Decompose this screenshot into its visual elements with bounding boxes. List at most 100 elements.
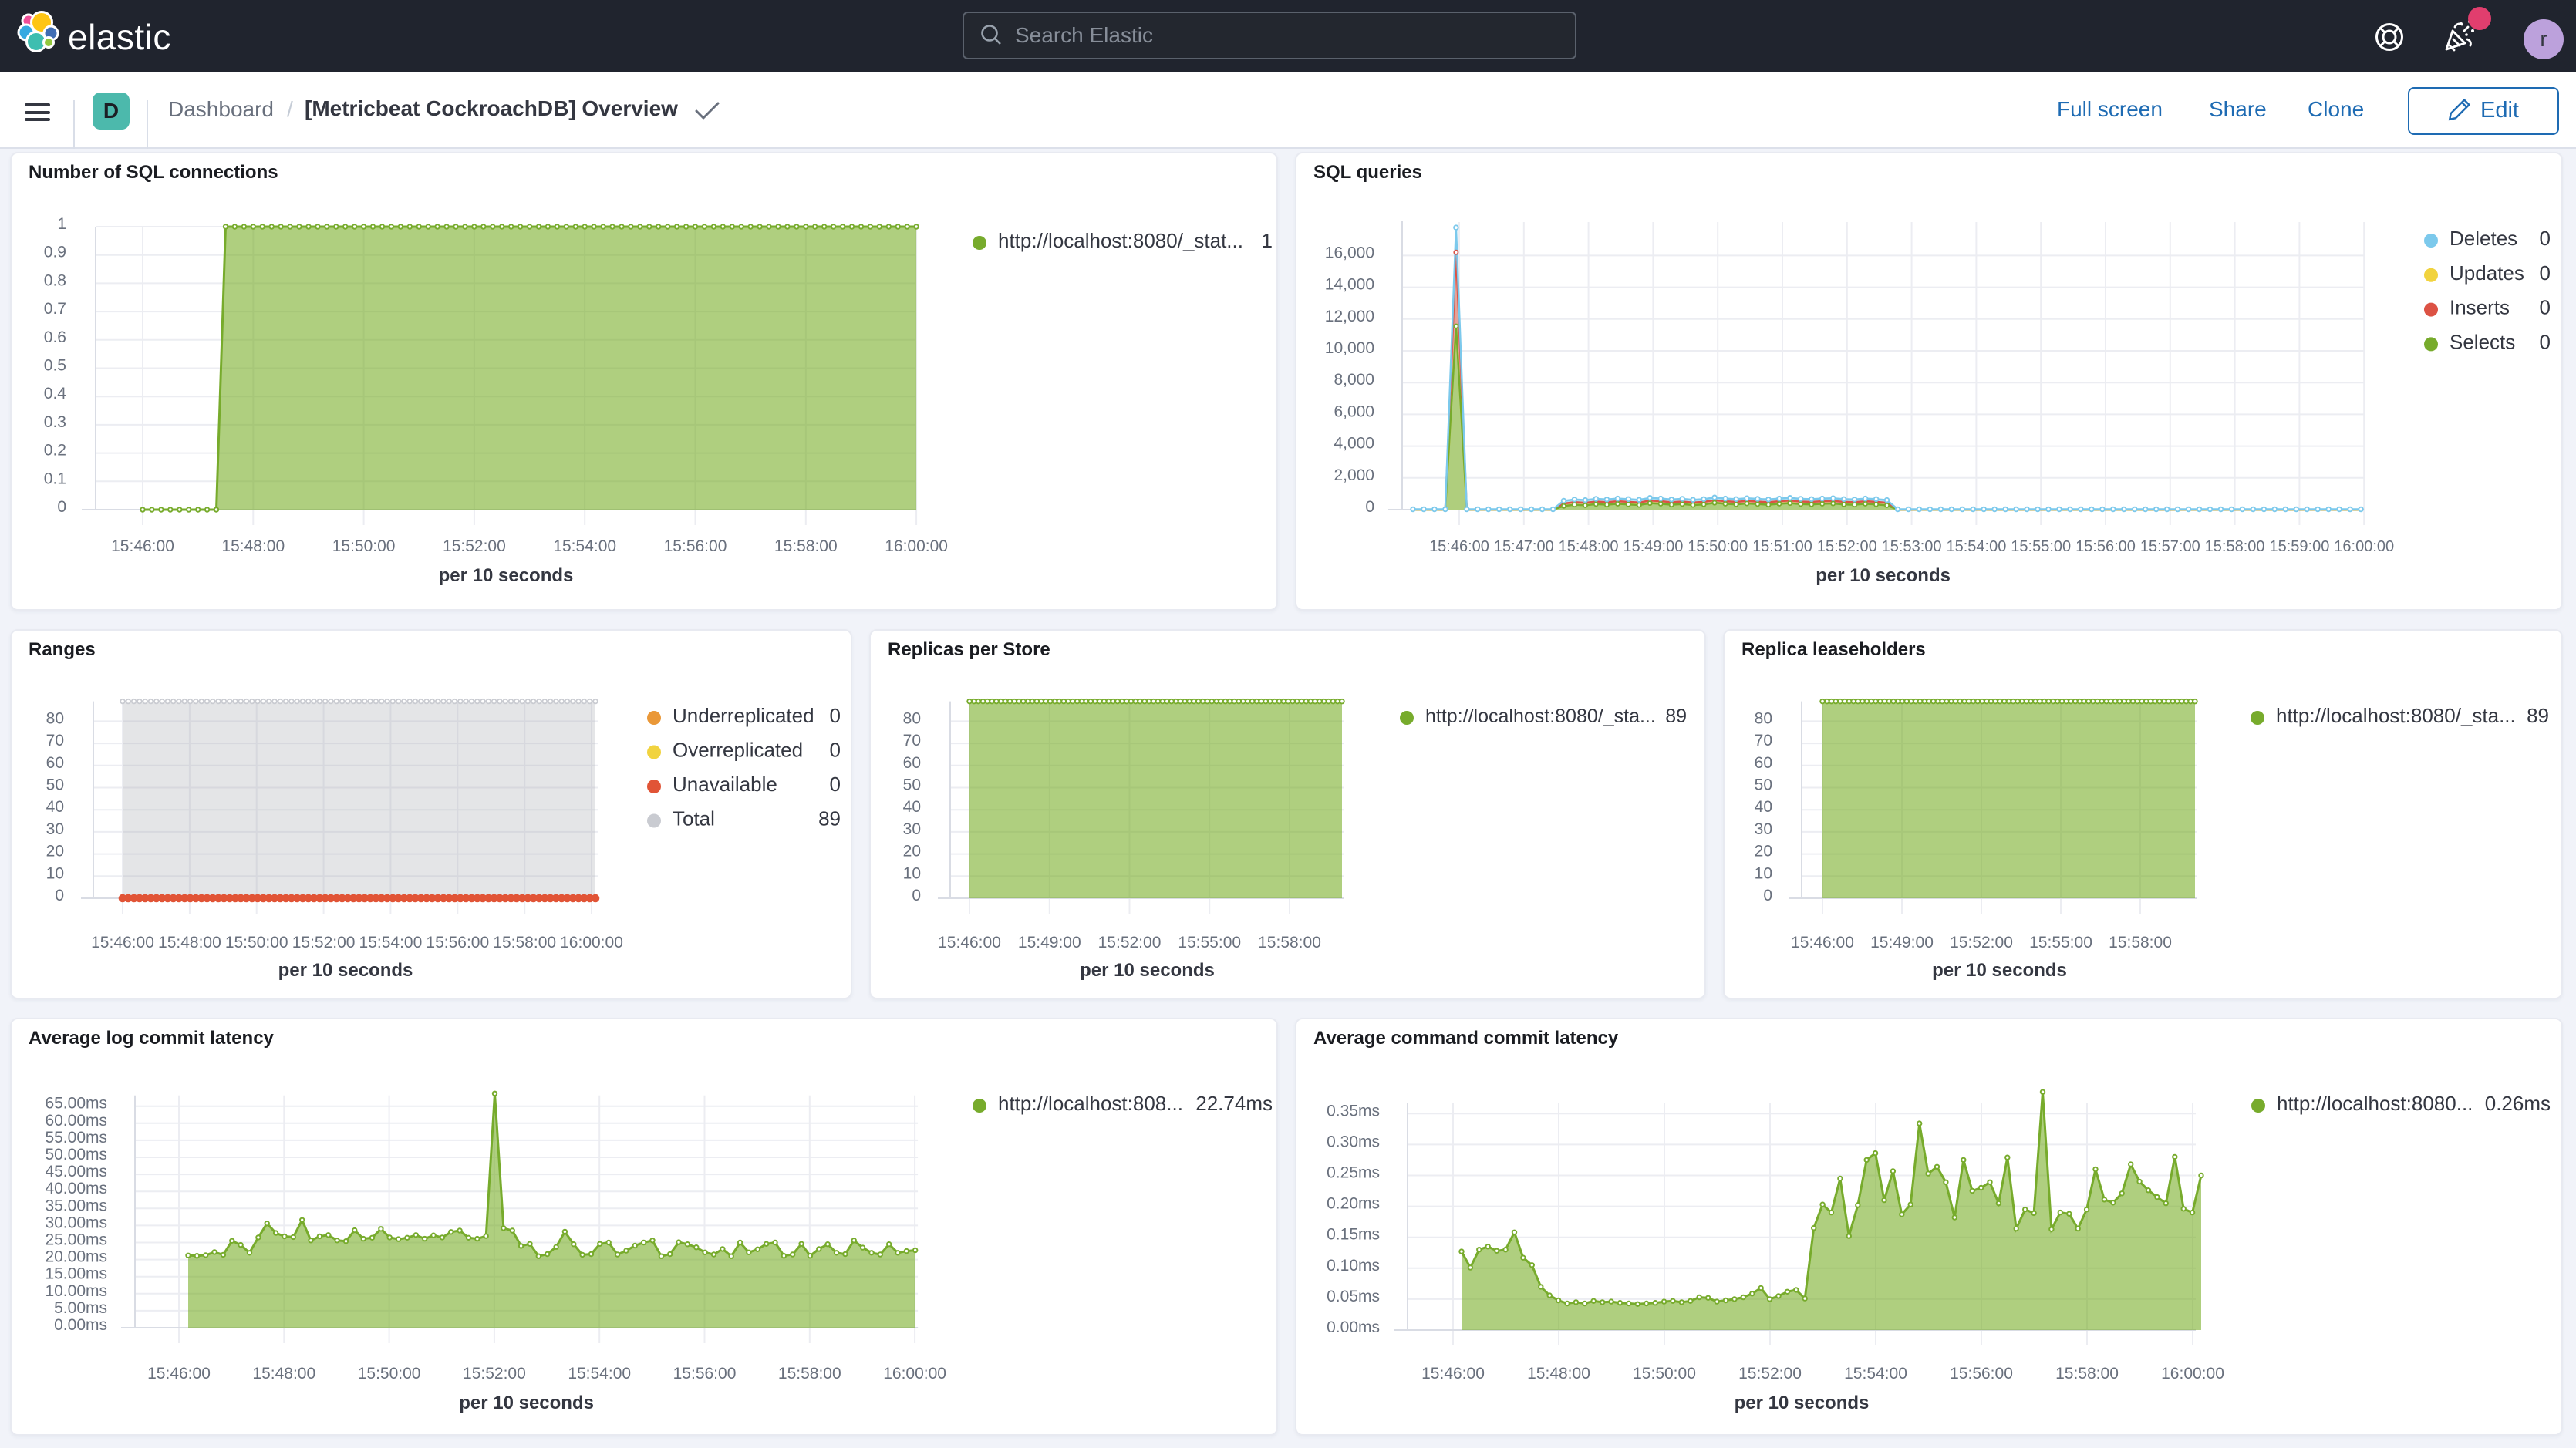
svg-text:15:55:00: 15:55:00: [2011, 538, 2071, 555]
svg-text:15:52:00: 15:52:00: [443, 537, 506, 555]
svg-text:1: 1: [1262, 229, 1273, 252]
svg-text:30.00ms: 30.00ms: [45, 1214, 107, 1231]
svg-text:0.10ms: 0.10ms: [1327, 1257, 1380, 1275]
svg-text:0.05ms: 0.05ms: [1327, 1288, 1380, 1305]
svg-text:10,000: 10,000: [1325, 339, 1374, 357]
svg-text:10: 10: [903, 864, 921, 882]
svg-text:0.5: 0.5: [44, 357, 66, 375]
svg-text:15:48:00: 15:48:00: [158, 934, 221, 951]
svg-text:35.00ms: 35.00ms: [45, 1197, 107, 1214]
svg-text:25.00ms: 25.00ms: [45, 1231, 107, 1249]
svg-text:0: 0: [830, 773, 841, 796]
svg-text:15:58:00: 15:58:00: [2109, 934, 2172, 951]
svg-text:15:46:00: 15:46:00: [1429, 538, 1489, 555]
svg-text:0: 0: [57, 498, 66, 516]
svg-text:15:58:00: 15:58:00: [1258, 934, 1321, 951]
svg-text:10: 10: [46, 864, 64, 882]
svg-text:0: 0: [2540, 296, 2551, 319]
svg-text:0: 0: [55, 887, 64, 904]
svg-text:15:54:00: 15:54:00: [359, 934, 423, 951]
svg-text:http://localhost:8080/_sta...: http://localhost:8080/_sta...: [1425, 705, 1656, 727]
svg-text:per 10 seconds: per 10 seconds: [1932, 960, 2067, 981]
svg-text:40: 40: [903, 798, 921, 816]
svg-text:per 10 seconds: per 10 seconds: [1816, 565, 1951, 586]
svg-text:15:58:00: 15:58:00: [778, 1365, 841, 1382]
svg-text:12,000: 12,000: [1325, 308, 1374, 325]
svg-text:40.00ms: 40.00ms: [45, 1180, 107, 1197]
svg-text:15:47:00: 15:47:00: [1494, 538, 1554, 555]
svg-text:4,000: 4,000: [1334, 435, 1374, 453]
svg-text:15:58:00: 15:58:00: [493, 934, 556, 951]
svg-text:0.00ms: 0.00ms: [1327, 1318, 1380, 1336]
svg-text:60: 60: [903, 754, 921, 772]
svg-text:15:56:00: 15:56:00: [1950, 1365, 2013, 1382]
svg-text:2,000: 2,000: [1334, 466, 1374, 484]
svg-text:15.00ms: 15.00ms: [45, 1265, 107, 1283]
svg-text:50: 50: [1755, 776, 1772, 794]
svg-text:Updates: Updates: [2450, 261, 2524, 285]
svg-text:15:46:00: 15:46:00: [91, 934, 154, 951]
svg-text:0: 0: [830, 739, 841, 762]
svg-text:15:48:00: 15:48:00: [252, 1365, 315, 1382]
svg-text:0.30ms: 0.30ms: [1327, 1133, 1380, 1150]
svg-text:0.3: 0.3: [44, 413, 66, 431]
svg-text:60: 60: [1755, 754, 1772, 772]
svg-text:http://localhost:8080/_sta...: http://localhost:8080/_sta...: [2276, 704, 2516, 727]
svg-text:http://localhost:808...: http://localhost:808...: [998, 1092, 1183, 1115]
svg-text:30: 30: [46, 820, 64, 838]
svg-text:15:53:00: 15:53:00: [1882, 538, 1942, 555]
svg-text:15:52:00: 15:52:00: [463, 1365, 526, 1382]
svg-text:15:46:00: 15:46:00: [111, 537, 174, 555]
svg-text:0.1: 0.1: [44, 470, 66, 487]
svg-text:70: 70: [903, 732, 921, 749]
svg-text:0.2: 0.2: [44, 442, 66, 460]
svg-text:20: 20: [1755, 843, 1772, 860]
svg-text:15:48:00: 15:48:00: [1559, 538, 1619, 555]
svg-text:40: 40: [1755, 798, 1772, 816]
svg-text:0.15ms: 0.15ms: [1327, 1226, 1380, 1244]
svg-text:16,000: 16,000: [1325, 244, 1374, 261]
svg-text:16:00:00: 16:00:00: [883, 1365, 946, 1382]
svg-text:14,000: 14,000: [1325, 276, 1374, 294]
svg-text:0.00ms: 0.00ms: [54, 1316, 107, 1334]
svg-text:45.00ms: 45.00ms: [45, 1163, 107, 1180]
svg-text:15:50:00: 15:50:00: [225, 934, 288, 951]
svg-text:70: 70: [1755, 732, 1772, 749]
svg-text:15:46:00: 15:46:00: [938, 934, 1001, 951]
svg-text:20: 20: [903, 843, 921, 860]
svg-text:0.4: 0.4: [44, 385, 67, 402]
svg-text:15:52:00: 15:52:00: [1098, 934, 1162, 951]
svg-text:55.00ms: 55.00ms: [45, 1129, 107, 1147]
svg-text:0.7: 0.7: [44, 300, 66, 318]
svg-text:15:56:00: 15:56:00: [673, 1365, 737, 1382]
svg-text:15:58:00: 15:58:00: [774, 537, 838, 555]
svg-text:15:52:00: 15:52:00: [1738, 1365, 1802, 1382]
svg-text:30: 30: [1755, 820, 1772, 838]
svg-text:80: 80: [1755, 709, 1772, 727]
svg-text:0: 0: [830, 704, 841, 727]
svg-text:0.26ms: 0.26ms: [2485, 1092, 2551, 1115]
svg-text:15:50:00: 15:50:00: [1688, 538, 1748, 555]
svg-text:15:56:00: 15:56:00: [2075, 538, 2136, 555]
svg-text:0.35ms: 0.35ms: [1327, 1102, 1380, 1120]
svg-text:89: 89: [818, 807, 841, 830]
svg-text:15:46:00: 15:46:00: [147, 1365, 211, 1382]
svg-text:15:48:00: 15:48:00: [221, 537, 285, 555]
svg-text:22.74ms: 22.74ms: [1195, 1092, 1273, 1115]
svg-text:Underreplicated: Underreplicated: [673, 704, 814, 727]
svg-text:per 10 seconds: per 10 seconds: [278, 960, 413, 981]
svg-text:0.6: 0.6: [44, 328, 66, 346]
svg-text:80: 80: [903, 709, 921, 727]
svg-text:15:54:00: 15:54:00: [553, 537, 616, 555]
svg-text:Overreplicated: Overreplicated: [673, 739, 803, 762]
svg-text:15:49:00: 15:49:00: [1870, 934, 1934, 951]
svg-text:15:49:00: 15:49:00: [1018, 934, 1081, 951]
svg-text:15:58:00: 15:58:00: [2205, 538, 2265, 555]
svg-text:0: 0: [1763, 887, 1772, 904]
svg-text:0.9: 0.9: [44, 244, 66, 261]
svg-text:30: 30: [903, 820, 921, 838]
svg-text:80: 80: [46, 709, 64, 727]
svg-text:89: 89: [2527, 704, 2549, 727]
svg-text:15:48:00: 15:48:00: [1527, 1365, 1590, 1382]
svg-text:6,000: 6,000: [1334, 402, 1374, 420]
